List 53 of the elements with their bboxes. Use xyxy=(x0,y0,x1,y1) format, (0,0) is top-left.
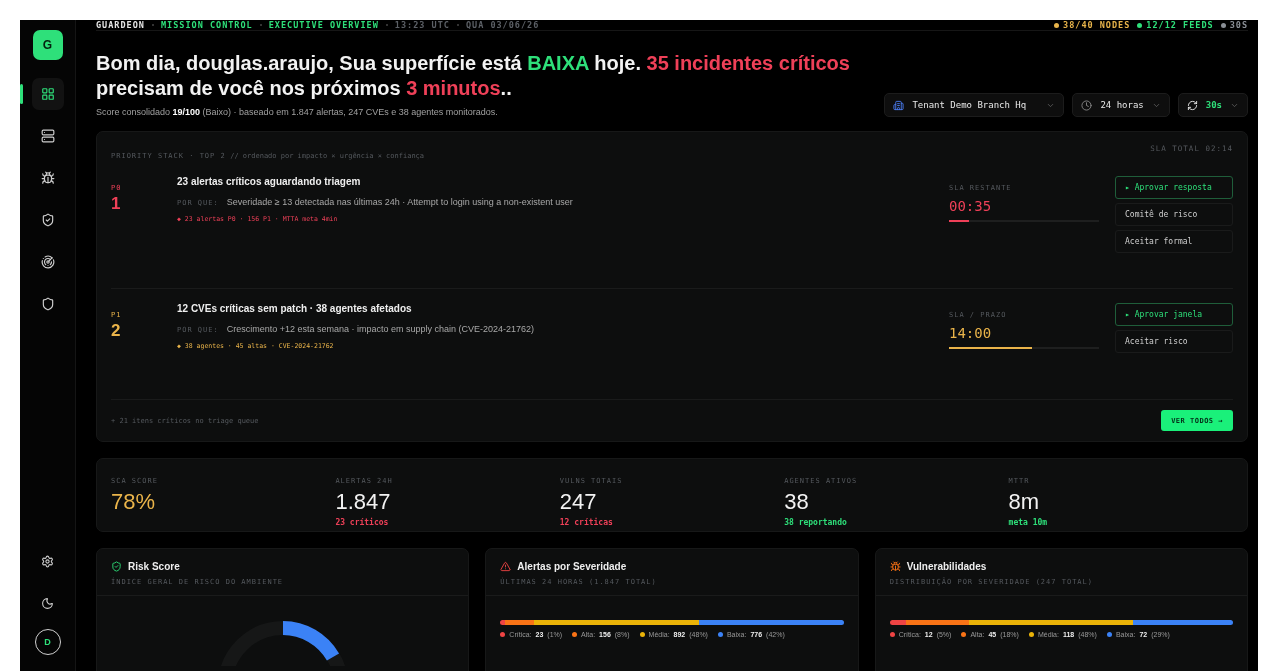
kpi-value: 8m xyxy=(1008,489,1040,515)
why-text: Severidade ≥ 13 detectada nas últimas 24h · Attempt to login using a non-existent user xyxy=(226,197,573,207)
warning-icon xyxy=(500,561,512,572)
kpi-note: 38 reportando xyxy=(784,518,847,527)
grid-icon xyxy=(40,87,55,101)
item-title: 12 CVEs críticas sem patch · 38 agentes afetados xyxy=(177,303,413,314)
kpi-note: 12 críticas xyxy=(559,518,613,527)
action-button[interactable]: Comitê de risco xyxy=(1115,203,1233,226)
sla-value: 00:35 xyxy=(949,198,993,214)
moon-icon xyxy=(41,596,54,610)
breadcrumb-item: GUARDEON xyxy=(96,20,145,30)
shield-check-icon xyxy=(40,213,55,227)
server-icon xyxy=(40,129,55,143)
kpi-value: 38 xyxy=(784,489,809,515)
shield-icon xyxy=(40,297,55,311)
score-summary: Score consolidado 19/100 (Baixo) · baseado em 1.847 alertas, 247 CVEs e 38 agentes monitorados. xyxy=(96,107,499,117)
breadcrumb-item: QUA 03/06/26 xyxy=(465,20,540,30)
bug-icon xyxy=(889,561,901,572)
kpi-value: 78% xyxy=(111,489,156,515)
greeting-heading: Bom dia, douglas.araujo, Sua superfície está BAIXA hoje. 35 incidentes críticos precisam de você nos próximos 3 minutos.. xyxy=(96,51,851,101)
refresh-icon xyxy=(1186,99,1198,111)
radar-icon xyxy=(40,255,55,269)
kpi-note: 23 críticos xyxy=(335,518,389,527)
card-title: Risk Score xyxy=(128,561,180,572)
settings-icon xyxy=(41,554,54,568)
action-button[interactable]: Aceitar formal xyxy=(1115,230,1233,253)
card-title: Vulnerabilidades xyxy=(906,561,987,572)
action-button[interactable]: ▸ Aprovar janela xyxy=(1115,303,1233,326)
priority-rank: 2 xyxy=(111,321,122,341)
action-button[interactable]: ▸ Aprovar resposta xyxy=(1115,176,1233,199)
status-indicator: 30S xyxy=(1220,20,1248,30)
logo[interactable]: G xyxy=(32,30,63,60)
breadcrumb-item: 13:23 UTC xyxy=(394,20,450,30)
breadcrumb-item: MISSION CONTROL xyxy=(160,20,253,30)
kpi-note: meta 10m xyxy=(1008,518,1048,527)
priority-rank: 1 xyxy=(111,194,122,214)
why-text: Crescimento +12 esta semana · impacto em supply chain (CVE-2024-21762) xyxy=(226,324,535,334)
building-icon xyxy=(893,99,905,111)
tenant-select[interactable]: Tenant Demo Branch Hq xyxy=(884,93,1065,117)
bug-icon xyxy=(40,171,55,185)
item-title: 23 alertas críticos aguardando triagem xyxy=(177,176,362,187)
status-indicator: 12/12 FEEDS xyxy=(1137,20,1214,30)
shield-check-icon xyxy=(111,561,122,572)
refresh-select[interactable]: 30s xyxy=(1177,93,1248,117)
breadcrumb-item: EXECUTIVE OVERVIEW xyxy=(268,20,379,30)
action-button[interactable]: Aceitar risco xyxy=(1115,330,1233,353)
range-select[interactable]: 24 horas xyxy=(1072,93,1170,117)
sla-value: 14:00 xyxy=(949,325,993,341)
status-indicator: 38/40 NODES xyxy=(1054,20,1131,30)
card-title: Alertas por Severidade xyxy=(517,561,627,572)
clock-icon xyxy=(1081,99,1093,111)
kpi-value: 1.847 xyxy=(335,489,391,515)
kpi-value: 247 xyxy=(559,489,597,515)
